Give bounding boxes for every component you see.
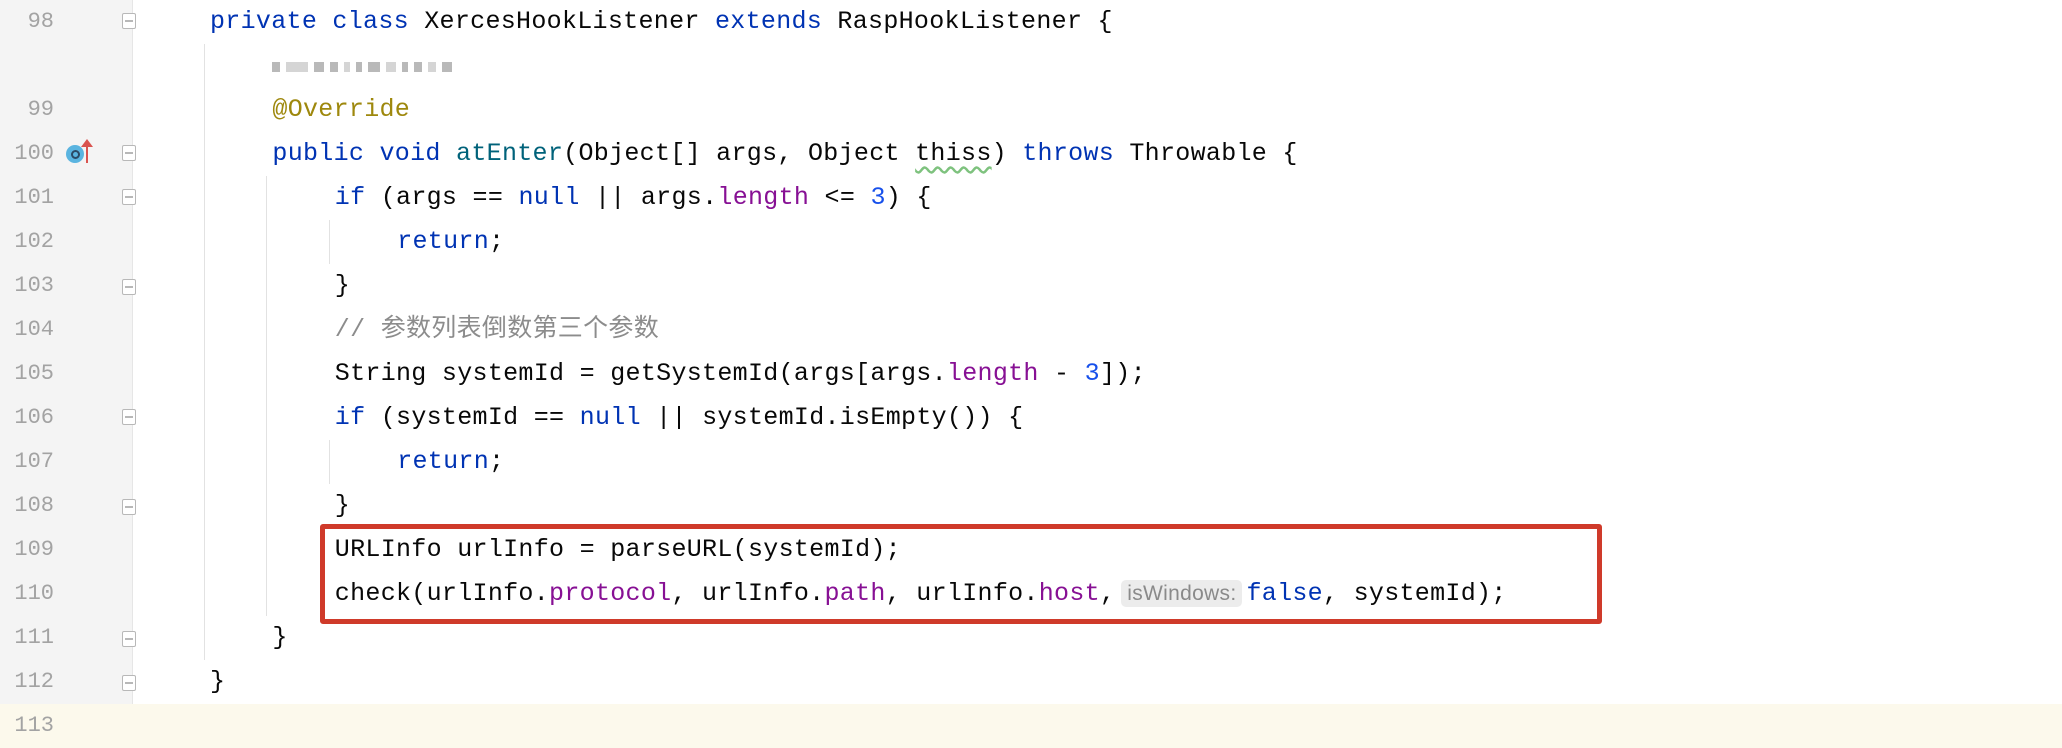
- keyword: if: [334, 403, 381, 432]
- line-number: 108: [14, 493, 54, 518]
- line-number: 99: [27, 97, 54, 122]
- field: length: [946, 359, 1039, 388]
- code-line[interactable]: 105 String systemId = getSystemId(args[ar…: [0, 352, 2062, 396]
- field: length: [717, 183, 810, 212]
- number-literal: 3: [870, 183, 886, 212]
- code-text: <=: [809, 183, 871, 212]
- code-line[interactable]: 107 return;: [0, 440, 2062, 484]
- fold-start-icon[interactable]: [122, 13, 136, 29]
- code-text: || args.: [594, 183, 718, 212]
- code-line[interactable]: 102 return;: [0, 220, 2062, 264]
- line-number: 106: [14, 405, 54, 430]
- line-number: 112: [14, 669, 54, 694]
- code-text: Throwable {: [1129, 139, 1298, 168]
- number-literal: 3: [1084, 359, 1100, 388]
- code-text: XercesHookListener: [424, 7, 715, 36]
- code-line[interactable]: 99 @Override: [0, 88, 2062, 132]
- line-number: 101: [14, 185, 54, 210]
- line-number: 98: [27, 9, 54, 34]
- code-content: private class XercesHookListener extends…: [210, 0, 1113, 44]
- code-line[interactable]: 98 private class XercesHookListener exten…: [0, 0, 2062, 44]
- code-content: // 参数列表倒数第三个参数: [335, 308, 659, 352]
- code-text: ) {: [885, 183, 932, 212]
- fold-start-icon[interactable]: [122, 189, 136, 205]
- code-text: }: [272, 623, 288, 652]
- code-content: }: [272, 616, 287, 660]
- code-text: RaspHookListener {: [837, 7, 1113, 36]
- code-content: }: [210, 660, 225, 704]
- line-number: 111: [14, 625, 54, 650]
- keyword: return: [397, 227, 490, 256]
- fold-end-icon[interactable]: [122, 279, 136, 295]
- indent-guide: [329, 220, 330, 264]
- code-text: (Object[] args, Object: [563, 139, 916, 168]
- fold-end-icon[interactable]: [122, 499, 136, 515]
- code-line[interactable]: 112}: [0, 660, 2062, 704]
- code-line[interactable]: 101 if (args == null || args.length <= 3)…: [0, 176, 2062, 220]
- code-text: -: [1038, 359, 1085, 388]
- code-line[interactable]: 104 // 参数列表倒数第三个参数: [0, 308, 2062, 352]
- redacted-text: [272, 62, 452, 72]
- code-content: public void atEnter(Object[] args, Objec…: [272, 132, 1297, 176]
- code-line[interactable]: [0, 44, 2062, 88]
- annotation: @Override: [272, 95, 411, 124]
- code-text: String systemId = getSystemId(args[args.: [334, 359, 947, 388]
- keyword: throws: [1022, 139, 1130, 168]
- code-content: if (args == null || args.length <= 3) {: [335, 176, 932, 220]
- line-number: 104: [14, 317, 54, 342]
- code-text: (systemId ==: [380, 403, 580, 432]
- keyword: extends: [714, 7, 838, 36]
- keyword: null: [579, 403, 657, 432]
- overrides-up-arrow-icon[interactable]: [81, 139, 93, 163]
- implements-icon[interactable]: [66, 145, 84, 163]
- code-content: return;: [397, 220, 504, 264]
- line-number: 107: [14, 449, 54, 474]
- highlight-box: [320, 524, 1602, 624]
- code-text: }: [334, 491, 351, 520]
- keyword: public void: [272, 139, 457, 168]
- keyword: if: [334, 183, 381, 212]
- code-text: }: [210, 667, 226, 696]
- code-line[interactable]: 100 public void atEnter(Object[] args, Ob…: [0, 132, 2062, 176]
- code-text: ;: [489, 447, 505, 476]
- line-number: 110: [14, 581, 54, 606]
- fold-end-icon[interactable]: [122, 675, 136, 691]
- indent-guide: [204, 44, 205, 660]
- code-content: if (systemId == null || systemId.isEmpty…: [335, 396, 1024, 440]
- indent-guide: [266, 176, 267, 616]
- code-text: ]);: [1099, 359, 1146, 388]
- code-content: return;: [397, 440, 504, 484]
- code-content: }: [335, 484, 350, 528]
- line-number: 113: [14, 713, 54, 738]
- code-content: }: [335, 264, 350, 308]
- line-number: 102: [14, 229, 54, 254]
- code-text: ;: [489, 227, 505, 256]
- code-content: String systemId = getSystemId(args[args.…: [335, 352, 1146, 396]
- code-line[interactable]: 103}: [0, 264, 2062, 308]
- fold-end-icon[interactable]: [122, 631, 136, 647]
- keyword: private class: [210, 7, 425, 36]
- code-line[interactable]: 106 if (systemId == null || systemId.isEm…: [0, 396, 2062, 440]
- code-text: || systemId.isEmpty()) {: [656, 403, 1024, 432]
- fold-start-icon[interactable]: [122, 409, 136, 425]
- code-line[interactable]: 113: [0, 704, 2062, 748]
- code-content: @Override: [272, 88, 410, 132]
- line-number: 109: [14, 537, 54, 562]
- line-number: 105: [14, 361, 54, 386]
- code-text: ): [991, 139, 1023, 168]
- line-number: 103: [14, 273, 54, 298]
- code-line[interactable]: 108}: [0, 484, 2062, 528]
- parameter-name: thiss: [915, 139, 992, 168]
- line-number: 100: [14, 141, 54, 166]
- fold-start-icon[interactable]: [122, 145, 136, 161]
- code-text: }: [334, 271, 351, 300]
- code-text: (args ==: [380, 183, 519, 212]
- method-name: atEnter: [456, 139, 564, 168]
- keyword: null: [518, 183, 595, 212]
- indent-guide: [329, 440, 330, 484]
- keyword: return: [397, 447, 490, 476]
- comment: // 参数列表倒数第三个参数: [334, 315, 660, 344]
